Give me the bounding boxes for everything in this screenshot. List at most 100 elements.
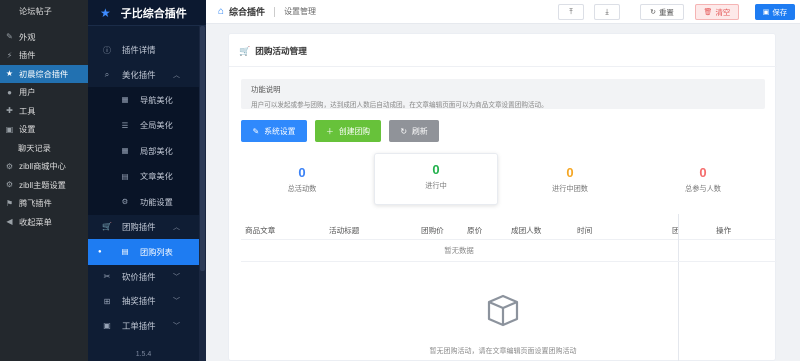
create-group-buy-button[interactable]: ＋ 创建团购 xyxy=(315,120,381,142)
download-button[interactable]: ⤓ xyxy=(594,4,620,20)
plus-icon: ＋ xyxy=(325,126,334,136)
stat-value: 0 xyxy=(298,165,306,180)
grid-icon: ▦ xyxy=(121,146,129,156)
nav-ticket-plugin[interactable]: ▣ 工单插件 ﹀ xyxy=(88,314,206,339)
edit-icon: ✎ xyxy=(252,126,260,136)
cart-icon: 🛒 xyxy=(239,45,251,56)
wp-menu-chuchen-plugin[interactable]: ★ 初晨综合插件 xyxy=(0,64,88,83)
plugin-icon: ⚡ xyxy=(6,50,13,60)
table-header-border xyxy=(241,239,777,240)
list-icon: ▤ xyxy=(121,247,129,257)
breadcrumb-section: 综合插件 xyxy=(229,7,266,17)
wp-menu-tools[interactable]: ✚ 工具 xyxy=(0,102,88,121)
cart-icon: 🛒 xyxy=(102,222,112,232)
table-empty-text: 暂无数据 xyxy=(444,246,474,255)
scrollbar-thumb[interactable] xyxy=(200,26,205,271)
save-button[interactable]: ▣ 保存 xyxy=(755,4,795,20)
group-buy-card: 🛒 团购活动管理 功能说明 用户可以发起或参与团购，达到成团人数后自动成团。在文… xyxy=(228,33,777,361)
info-icon: ⓘ xyxy=(103,45,111,55)
chevron-up-icon: ︿ xyxy=(173,71,180,79)
table-row-border xyxy=(241,261,777,262)
col-original-price: 原价 xyxy=(467,226,483,235)
settings-icon: ▣ xyxy=(5,124,14,134)
stat-total-participants: 0 总参与人数 xyxy=(641,157,765,205)
nav-sub-partial-beautify[interactable]: ▦ 局部美化 xyxy=(88,138,206,164)
tools-icon: ✚ xyxy=(6,106,13,116)
card-title: 🛒 团购活动管理 xyxy=(239,45,307,57)
wp-menu-appearance[interactable]: ✎ 外观 xyxy=(0,28,88,47)
grid-icon: ▦ xyxy=(121,95,129,105)
active-dot-icon: ● xyxy=(98,248,102,255)
stat-active-groups: 0 进行中团数 xyxy=(507,157,633,205)
appearance-icon: ✎ xyxy=(6,32,13,42)
divider xyxy=(229,66,777,67)
stat-label: 总参与人数 xyxy=(685,184,721,193)
notice-title: 功能说明 xyxy=(251,85,281,94)
stat-label: 总活动数 xyxy=(287,184,317,193)
doc-icon: ▤ xyxy=(121,171,129,181)
col-actions: 操作 xyxy=(716,226,732,235)
star-icon: ★ xyxy=(100,5,111,20)
wp-menu-collapse[interactable]: ◀ 收起菜单 xyxy=(0,213,88,232)
scissors-icon: ✂ xyxy=(103,272,111,282)
col-group-price: 团购价 xyxy=(421,226,444,235)
nav-sub-feature-settings[interactable]: ⚙ 功能设置 xyxy=(88,189,206,215)
wp-menu-settings[interactable]: ▣ 设置 xyxy=(0,120,88,139)
gear-icon: ⚙ xyxy=(121,197,129,207)
nav-group-buy-plugin[interactable]: 🛒 团购插件 ︿ xyxy=(88,215,206,240)
nav-lottery-plugin[interactable]: ⊞ 抽奖插件 ﹀ xyxy=(88,289,206,314)
stat-in-progress: 0 进行中 xyxy=(374,153,498,205)
nav-plugin-details[interactable]: ⓘ 插件详情 xyxy=(88,38,206,63)
table-header: 商品文章 活动标题 团购价 原价 成团人数 时间 xyxy=(241,219,677,239)
breadcrumb-divider xyxy=(274,6,276,17)
sliders-icon: ☰ xyxy=(121,120,129,130)
save-icon: ▣ xyxy=(762,9,770,16)
system-settings-button[interactable]: ✎ 系统设置 xyxy=(241,120,307,142)
nav-beautify-plugin[interactable]: ⌕ 美化插件 ︿ xyxy=(88,63,206,88)
chevron-down-icon: ﹀ xyxy=(173,298,180,306)
search-icon: ⌕ xyxy=(104,69,110,79)
gear-icon: ⚙ xyxy=(5,180,14,190)
flag-icon: ⚑ xyxy=(5,198,14,208)
chevron-down-icon: ﹀ xyxy=(173,322,180,330)
home-icon[interactable]: ⌂ xyxy=(218,6,224,17)
wp-menu-zibll-shop[interactable]: ⚙ zibll商城中心 xyxy=(0,157,88,176)
gear-icon: ⚙ xyxy=(5,161,14,171)
stat-value: 0 xyxy=(699,165,707,180)
nav-sub-article-beautify[interactable]: ▤ 文章美化 xyxy=(88,163,206,189)
wp-menu-tengfei[interactable]: ⚑ 腾飞插件 xyxy=(0,194,88,213)
ticket-icon: ▣ xyxy=(103,321,111,331)
chevron-down-icon: ﹀ xyxy=(173,273,180,281)
wp-menu-forum[interactable]: 论坛帖子 xyxy=(0,2,88,21)
stat-value: 0 xyxy=(566,165,574,180)
upload-button[interactable]: ⤒ xyxy=(558,4,584,20)
nav-sub-nav-beautify[interactable]: ▦ 导航美化 xyxy=(88,87,206,113)
col-group-size: 成团人数 xyxy=(511,226,542,235)
clear-button[interactable]: 🗑 清空 xyxy=(695,4,739,20)
wp-menu-users[interactable]: ● 用户 xyxy=(0,83,88,102)
col-product-article: 商品文章 xyxy=(245,226,276,235)
wp-menu-chat-log[interactable]: 聊天记录 xyxy=(0,139,88,158)
download-icon: ⤓ xyxy=(605,7,609,16)
forum-icon xyxy=(4,6,15,17)
upload-icon: ⤒ xyxy=(569,7,573,16)
col-time: 时间 xyxy=(577,226,593,235)
refresh-icon: ↻ xyxy=(650,9,656,16)
wp-menu-plugins[interactable]: ⚡ 插件 xyxy=(0,46,88,65)
chevron-up-icon: ︿ xyxy=(173,223,180,231)
wp-menu-zibll-theme[interactable]: ⚙ zibll主题设置 xyxy=(0,176,88,195)
user-icon: ● xyxy=(7,87,12,97)
reset-button[interactable]: ↻ 重置 xyxy=(640,4,684,20)
refresh-icon: ↻ xyxy=(400,126,408,136)
nav-sub-global-beautify[interactable]: ☰ 全局美化 xyxy=(88,112,206,138)
notice-text: 用户可以发起或参与团购，达到成团人数后自动成团。在文章编辑页面可以为商品文章设置… xyxy=(251,102,548,109)
refresh-button[interactable]: ↻ 刷新 xyxy=(389,120,439,142)
empty-state-message: 暂无团购活动，请在文章编辑页面设置团购活动 xyxy=(429,348,577,355)
fixed-column-separator xyxy=(678,214,679,361)
plugin-title: ★ 子比综合插件 xyxy=(88,0,206,26)
nav-sub-group-buy-list[interactable]: ● ▤ 团购列表 xyxy=(88,239,199,265)
stat-label: 进行中团数 xyxy=(552,184,588,193)
wp-admin-sidebar: 论坛帖子 ✎ 外观 ⚡ 插件 ★ 初晨综合插件 ● 用户 ✚ 工具 ▣ 设置 聊… xyxy=(0,0,88,361)
sidebar-scrollbar[interactable] xyxy=(199,26,206,361)
nav-bargain-plugin[interactable]: ✂ 砍价插件 ﹀ xyxy=(88,265,206,290)
